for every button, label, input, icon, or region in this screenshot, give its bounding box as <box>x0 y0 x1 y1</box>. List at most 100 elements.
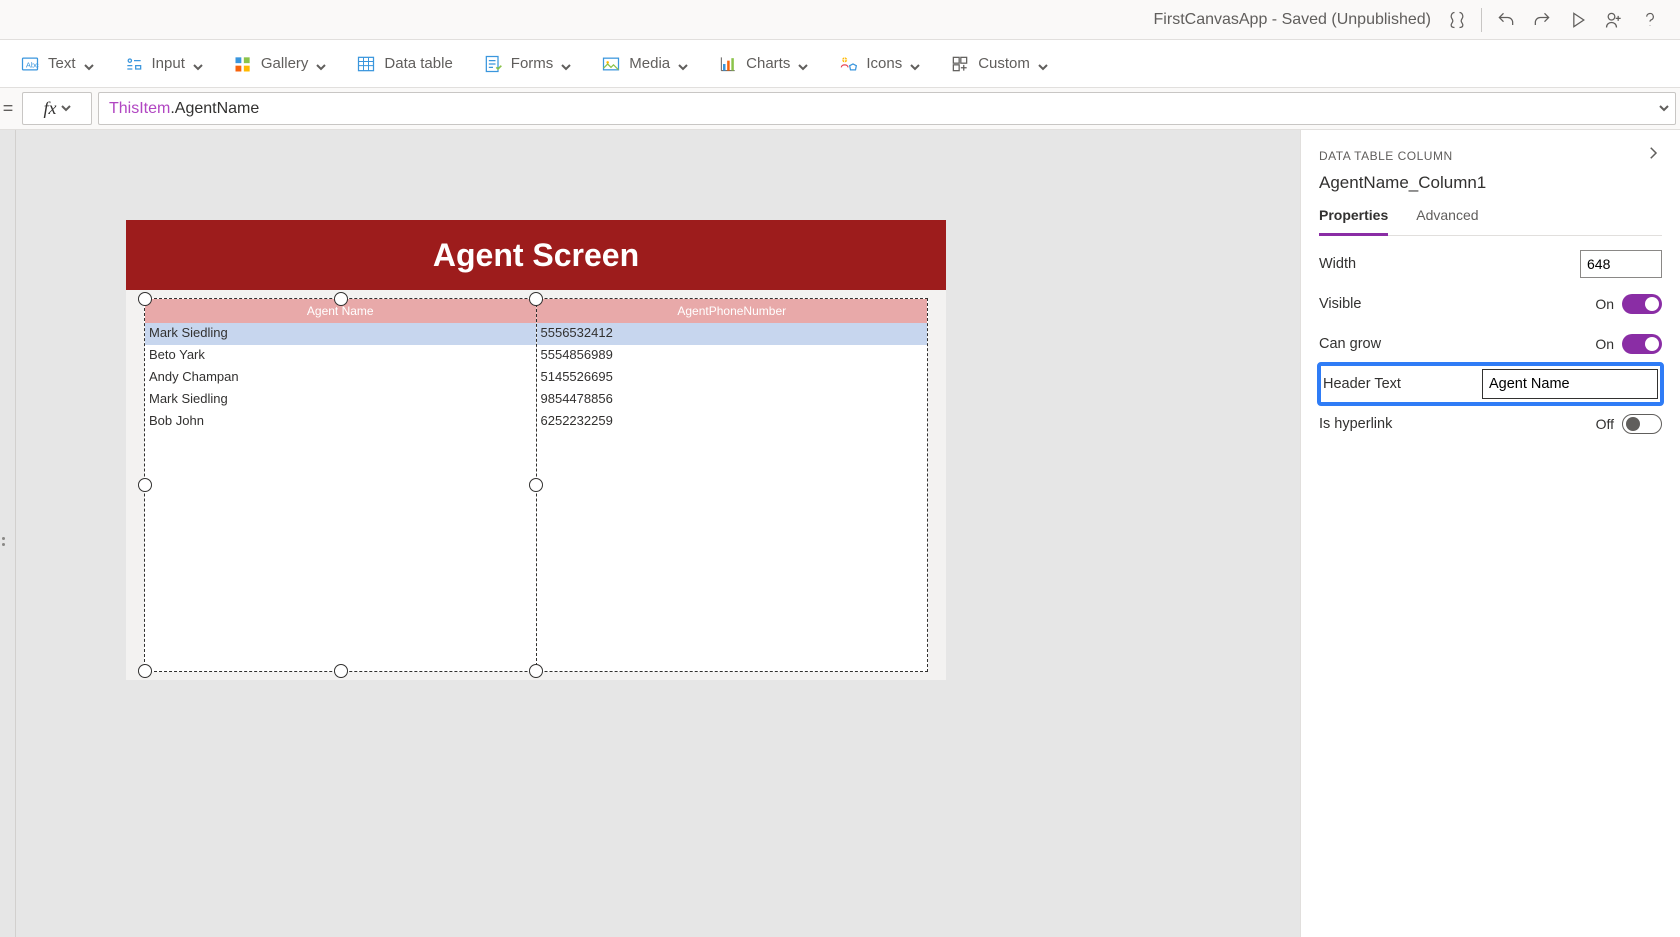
main-area: Agent Screen Agent Name AgentPhoneNumber <box>0 130 1680 937</box>
formula-bar: = fx ThisItem.AgentName <box>0 88 1680 130</box>
chevron-down-icon <box>678 59 688 69</box>
formula-token-rest: .AgentName <box>170 100 259 118</box>
ribbon-gallery-label: Gallery <box>261 55 309 72</box>
ribbon-input-label: Input <box>152 55 185 72</box>
datatable-selected[interactable]: Agent Name AgentPhoneNumber Mark Siedlin… <box>144 298 928 672</box>
panel-properties-list: Width Visible On Can grow On Header Text <box>1301 236 1680 452</box>
ribbon-media[interactable]: Media <box>601 54 688 74</box>
svg-text:Abc: Abc <box>26 60 39 69</box>
chevron-down-icon <box>561 59 571 69</box>
ribbon-datatable[interactable]: Data table <box>356 54 452 74</box>
tree-collapsed-gutter[interactable] <box>0 130 16 937</box>
ribbon-text-label: Text <box>48 55 76 72</box>
prop-hyperlink-label: Is hyperlink <box>1319 416 1392 432</box>
cell-phone: 6252232259 <box>537 411 928 433</box>
fx-button[interactable]: fx <box>22 92 92 125</box>
resize-handle <box>138 664 152 678</box>
chevron-right-icon[interactable] <box>1644 144 1662 167</box>
cell-phone: 5145526695 <box>537 367 928 389</box>
prop-visible: Visible On <box>1319 284 1662 324</box>
cell-name: Andy Champan <box>145 367 537 389</box>
cell-name: Beto Yark <box>145 345 537 367</box>
visible-value: On <box>1595 296 1614 312</box>
formula-expand-icon[interactable] <box>1659 100 1669 118</box>
ribbon-text[interactable]: Abc Text <box>20 54 94 74</box>
ribbon-forms[interactable]: Forms <box>483 54 572 74</box>
canvas[interactable]: Agent Screen Agent Name AgentPhoneNumber <box>16 130 1300 937</box>
app-title: FirstCanvasApp - Saved (Unpublished) <box>1154 11 1431 29</box>
cell-name: Mark Siedling <box>145 389 537 411</box>
play-icon[interactable] <box>1560 2 1596 38</box>
app-checker-icon[interactable] <box>1439 2 1475 38</box>
prop-cangrow: Can grow On <box>1319 324 1662 364</box>
tab-properties[interactable]: Properties <box>1319 207 1388 236</box>
undo-icon[interactable] <box>1488 2 1524 38</box>
tab-advanced[interactable]: Advanced <box>1416 207 1478 235</box>
cell-phone: 9854478856 <box>537 389 928 411</box>
divider <box>1481 8 1482 32</box>
prop-width: Width <box>1319 244 1662 284</box>
table-row[interactable]: Mark Siedling 9854478856 <box>145 389 927 411</box>
cell-phone: 5554856989 <box>537 345 928 367</box>
table-row[interactable]: Andy Champan 5145526695 <box>145 367 927 389</box>
chevron-down-icon <box>316 59 326 69</box>
titlebar: FirstCanvasApp - Saved (Unpublished) <box>0 0 1680 40</box>
share-icon[interactable] <box>1596 2 1632 38</box>
cangrow-toggle[interactable] <box>1622 334 1662 354</box>
ribbon-charts-label: Charts <box>746 55 790 72</box>
ribbon-input[interactable]: Input <box>124 54 203 74</box>
ribbon-gallery[interactable]: Gallery <box>233 54 327 74</box>
screen-agent: Agent Screen Agent Name AgentPhoneNumber <box>126 220 946 680</box>
redo-icon[interactable] <box>1524 2 1560 38</box>
headertext-input[interactable] <box>1482 369 1658 399</box>
properties-panel: DATA TABLE COLUMN AgentName_Column1 Prop… <box>1300 130 1680 937</box>
visible-toggle[interactable] <box>1622 294 1662 314</box>
ribbon-forms-label: Forms <box>511 55 554 72</box>
column-header-agentphone[interactable]: AgentPhoneNumber <box>537 299 928 323</box>
ribbon-custom[interactable]: Custom <box>950 54 1048 74</box>
resize-handle <box>334 664 348 678</box>
help-icon[interactable] <box>1632 2 1668 38</box>
prop-cangrow-label: Can grow <box>1319 336 1381 352</box>
ribbon-media-label: Media <box>629 55 670 72</box>
hyperlink-value: Off <box>1596 416 1614 432</box>
ribbon-icons[interactable]: Icons <box>838 54 920 74</box>
cell-name: Bob John <box>145 411 537 433</box>
chevron-down-icon <box>61 100 71 118</box>
chevron-down-icon <box>1038 59 1048 69</box>
chevron-down-icon <box>84 59 94 69</box>
resize-handle <box>529 478 543 492</box>
chevron-down-icon <box>798 59 808 69</box>
ribbon-custom-label: Custom <box>978 55 1030 72</box>
datatable-body: Mark Siedling 5556532412 Beto Yark 55548… <box>145 323 927 433</box>
expand-handle-icon <box>2 534 10 550</box>
width-input[interactable] <box>1580 250 1662 278</box>
panel-title: DATA TABLE COLUMN <box>1319 149 1453 163</box>
prop-headertext: Header Text <box>1319 364 1662 404</box>
prop-headertext-label: Header Text <box>1323 376 1401 392</box>
cell-name: Mark Siedling <box>145 323 537 345</box>
cell-phone: 5556532412 <box>537 323 928 345</box>
table-row[interactable]: Bob John 6252232259 <box>145 411 927 433</box>
screen-title-label: Agent Screen <box>126 220 946 290</box>
ribbon-icons-label: Icons <box>866 55 902 72</box>
fx-label: fx <box>44 98 57 119</box>
hyperlink-toggle[interactable] <box>1622 414 1662 434</box>
resize-handle <box>138 478 152 492</box>
datatable-header-row: Agent Name AgentPhoneNumber <box>145 299 927 323</box>
column-header-agentname[interactable]: Agent Name <box>145 299 537 323</box>
equals-label: = <box>0 88 16 129</box>
prop-hyperlink: Is hyperlink Off <box>1319 404 1662 444</box>
table-row[interactable]: Beto Yark 5554856989 <box>145 345 927 367</box>
panel-tabs: Properties Advanced <box>1319 207 1662 236</box>
table-row[interactable]: Mark Siedling 5556532412 <box>145 323 927 345</box>
cangrow-value: On <box>1595 336 1614 352</box>
panel-subtitle: AgentName_Column1 <box>1319 173 1662 193</box>
insert-ribbon: Abc Text Input Gallery Data table Forms … <box>0 40 1680 88</box>
resize-handle <box>529 664 543 678</box>
chevron-down-icon <box>193 59 203 69</box>
ribbon-charts[interactable]: Charts <box>718 54 808 74</box>
formula-input[interactable]: ThisItem.AgentName <box>98 92 1676 125</box>
chevron-down-icon <box>910 59 920 69</box>
prop-width-label: Width <box>1319 256 1356 272</box>
